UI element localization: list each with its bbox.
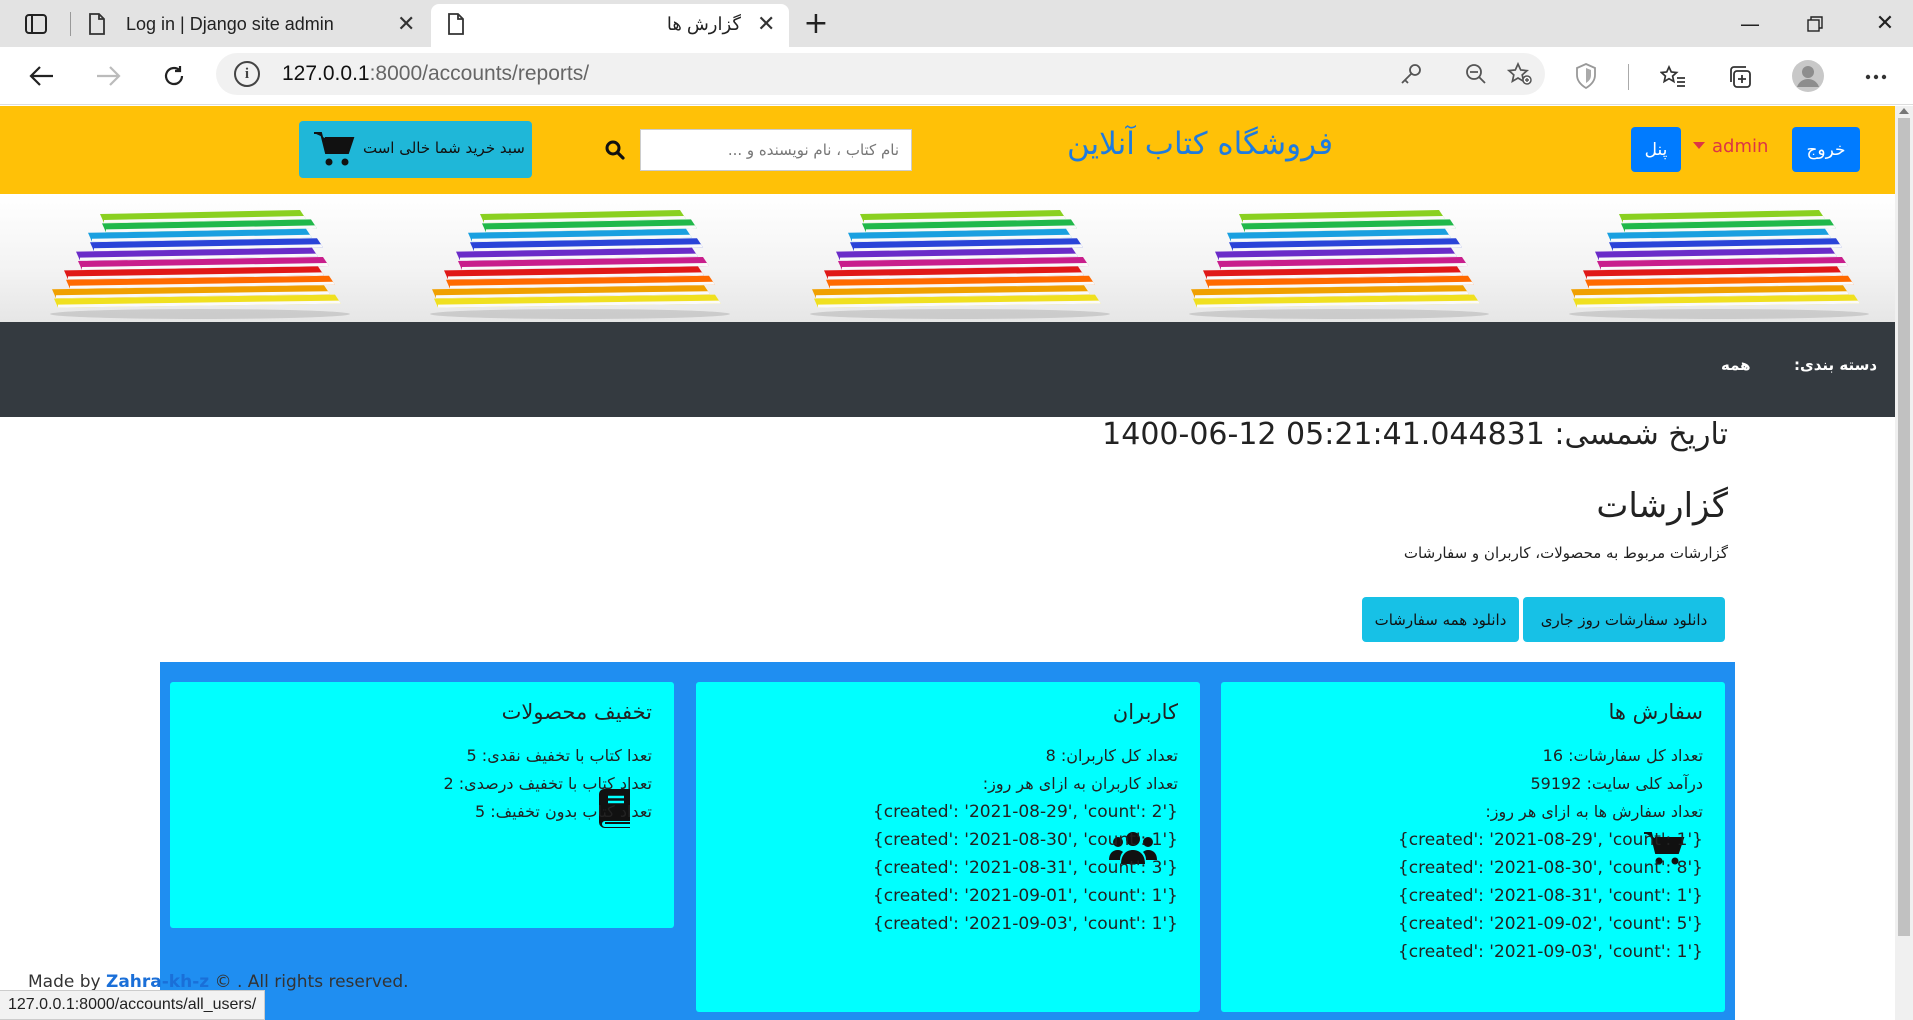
reload-icon[interactable] xyxy=(148,47,200,105)
tab-title: Log in | Django site admin xyxy=(126,14,334,34)
minimize-icon[interactable]: — xyxy=(1730,0,1770,47)
orders-total: تعداد کل سفارشات: 16 xyxy=(1542,746,1703,765)
logout-button[interactable]: خروج xyxy=(1792,127,1860,172)
list-item: {created': '2021-08-30', 'count': 8'} xyxy=(1397,858,1703,878)
books-stack-image xyxy=(1569,210,1869,319)
zoom-out-icon[interactable] xyxy=(1461,59,1491,89)
books-stack-image xyxy=(50,210,350,319)
list-item: {created': '2021-08-29', 'count': 1'} xyxy=(1397,830,1703,850)
profile-avatar-icon[interactable] xyxy=(1790,58,1826,94)
list-item: {created': '2021-08-31', 'count': 1'} xyxy=(1397,886,1703,906)
author-link[interactable]: Zahra-kh-z xyxy=(106,972,209,992)
restore-icon[interactable] xyxy=(1795,0,1835,47)
category-label: دسته بندی: xyxy=(1794,356,1878,374)
list-item: {created': '2021-09-02', 'count': 5'} xyxy=(1397,914,1703,934)
site-title[interactable]: فروشگاه کتاب آنلاین xyxy=(1010,126,1390,162)
back-icon[interactable] xyxy=(16,47,68,105)
discount-cash-count: تعدا کتاب با تخفیف نقدی: 5 xyxy=(466,746,652,765)
category-all-link[interactable]: همه xyxy=(1721,356,1751,374)
browser-address-bar: i 127.0.0.1:8000/accounts/reports/ xyxy=(0,47,1913,105)
caret-down-icon xyxy=(1693,142,1705,149)
more-options-icon[interactable] xyxy=(1858,59,1894,95)
key-icon[interactable] xyxy=(1396,59,1426,89)
window-close-icon[interactable]: ✕ xyxy=(1865,0,1905,47)
shopping-cart-icon xyxy=(313,130,355,172)
list-item: {created': '2021-08-31', 'count': 3'} xyxy=(872,858,1178,878)
site-header: خروج admin پنل فروشگاه کتاب آنلاین سبد خ… xyxy=(0,106,1895,194)
search-input[interactable] xyxy=(640,129,912,171)
users-per-day-label: تعداد کاربران به ازای هر روز: xyxy=(982,774,1178,793)
list-item: {created': '2021-08-29', 'count': 2'} xyxy=(872,802,1178,822)
scrollbar-thumb[interactable] xyxy=(1898,118,1910,936)
books-stack-image xyxy=(1189,210,1489,319)
close-icon[interactable]: ✕ xyxy=(757,11,775,37)
jalali-date: تاریخ شمسی: 1400-06-12 05:21:41.044831 xyxy=(1102,417,1728,452)
orders-per-day-label: تعداد سفارش ها به ازای هر روز: xyxy=(1485,802,1703,821)
forward-icon[interactable] xyxy=(82,47,134,105)
users-card: کاربران تعداد کل کاربران: 8 تعداد کاربرا… xyxy=(696,682,1200,1012)
page-description: گزارشات مربوط به محصولات، کاربران و سفار… xyxy=(1403,544,1728,562)
books-banner xyxy=(0,194,1895,322)
discounts-card: تخفیف محصولات تعدا کتاب با تخفیف نقدی: 5… xyxy=(170,682,674,928)
card-title: سفارش ها xyxy=(1608,700,1703,724)
list-item: {created': '2021-09-01', 'count': 1'} xyxy=(872,886,1178,906)
page-icon xyxy=(447,13,465,40)
category-bar: دسته بندی: همه xyxy=(0,322,1895,417)
cart-label: سبد خرید شما خالی است xyxy=(363,139,525,157)
books-stack-image xyxy=(430,210,730,319)
web-page: خروج admin پنل فروشگاه کتاب آنلاین سبد خ… xyxy=(0,106,1895,1020)
new-tab-icon[interactable]: + xyxy=(796,0,836,47)
footer: Made by Zahra-kh-z © . All rights reserv… xyxy=(28,972,409,992)
cart-button[interactable]: سبد خرید شما خالی است xyxy=(299,121,532,178)
no-discount-count: تعداد کتاب بدون تخفیف: 5 xyxy=(474,802,652,821)
tab-django-admin[interactable]: Log in | Django site admin ✕ xyxy=(72,4,428,47)
download-all-orders-button[interactable]: دانلود همه سفارشات xyxy=(1362,597,1519,642)
url-text[interactable]: 127.0.0.1:8000/accounts/reports/ xyxy=(282,62,589,86)
user-name: admin xyxy=(1712,136,1769,157)
collections-icon[interactable] xyxy=(1722,59,1758,95)
tab-actions-icon[interactable] xyxy=(16,0,56,47)
report-cards: سفارش ها تعداد کل سفارشات: 16 درآمد کلی … xyxy=(160,662,1735,1020)
books-stack-image xyxy=(810,210,1110,319)
discount-percent-count: تعداد کتاب با تخفیف درصدی: 2 xyxy=(443,774,652,793)
download-today-orders-button[interactable]: دانلود سفارشات روز جاری xyxy=(1523,597,1725,642)
tab-reports[interactable]: گزارش ها ✕ xyxy=(431,4,789,47)
close-icon[interactable]: ✕ xyxy=(397,11,415,37)
add-favorite-icon[interactable] xyxy=(1505,59,1535,89)
url-bar[interactable]: i 127.0.0.1:8000/accounts/reports/ xyxy=(216,53,1545,95)
page-scrollbar[interactable] xyxy=(1895,106,1913,1020)
orders-income: درآمد کلی سایت: 59192 xyxy=(1530,774,1703,793)
orders-card: سفارش ها تعداد کل سفارشات: 16 درآمد کلی … xyxy=(1221,682,1725,1012)
tab-title: گزارش ها xyxy=(666,14,741,34)
status-bar-url: 127.0.0.1:8000/accounts/all_users/ xyxy=(0,990,266,1020)
search-icon[interactable] xyxy=(598,133,632,167)
favorites-icon[interactable] xyxy=(1655,59,1691,95)
browser-tab-bar: Log in | Django site admin ✕ گزارش ها ✕ … xyxy=(0,0,1913,47)
page-icon xyxy=(88,13,106,40)
card-title: کاربران xyxy=(1112,700,1178,724)
list-item: {created': '2021-09-03', 'count': 1'} xyxy=(872,914,1178,934)
panel-button[interactable]: پنل xyxy=(1631,127,1681,172)
card-title: تخفیف محصولات xyxy=(501,700,652,724)
users-total: تعداد کل کاربران: 8 xyxy=(1045,746,1178,765)
list-item: {created': '2021-08-30', 'count': 1'} xyxy=(872,830,1178,850)
list-item: {created': '2021-09-03', 'count': 1'} xyxy=(1397,942,1703,962)
page-title: گزارشات xyxy=(1596,486,1728,526)
site-info-icon[interactable]: i xyxy=(234,61,260,87)
shield-icon[interactable] xyxy=(1568,58,1604,94)
